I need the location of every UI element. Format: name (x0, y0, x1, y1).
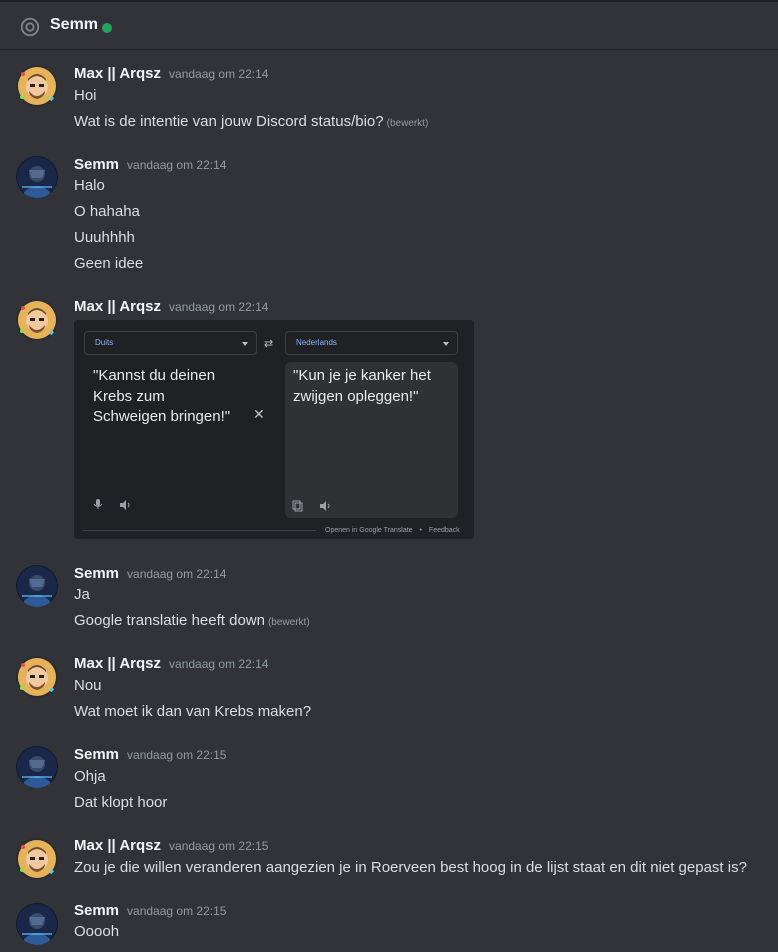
message-text: Zou je die willen veranderen aangezien j… (74, 859, 747, 876)
at-mention-icon (20, 17, 40, 37)
source-language-select[interactable]: Duits (84, 331, 257, 355)
message-author[interactable]: Max || Arqsz vandaag om 22:15 (74, 837, 268, 854)
author-name[interactable]: Semm (74, 746, 119, 763)
message-author[interactable]: Semm vandaag om 22:15 (74, 902, 226, 919)
online-status-indicator (102, 23, 112, 33)
author-name[interactable]: Max || Arqsz (74, 298, 161, 315)
message-text: Ohja (74, 768, 106, 785)
divider (83, 530, 316, 531)
avatar-image (16, 746, 58, 788)
translate-screenshot-attachment[interactable]: Duits ⇄ Nederlands "Kannst du deinen Kre… (74, 320, 474, 539)
speaker-icon[interactable] (119, 499, 131, 511)
avatar-image (16, 838, 58, 880)
target-language-select[interactable]: Nederlands (285, 331, 458, 355)
source-text-pane[interactable]: "Kannst du deinen Krebs zum Schweigen br… (83, 362, 265, 519)
source-text[interactable]: "Kannst du deinen Krebs zum Schweigen br… (93, 366, 233, 428)
source-language-label: Duits (95, 338, 114, 347)
author-name[interactable]: Max || Arqsz (74, 65, 161, 82)
message-timestamp: vandaag om 22:14 (169, 657, 269, 671)
message-timestamp: vandaag om 22:14 (127, 158, 227, 172)
message-author[interactable]: Semm vandaag om 22:14 (74, 565, 226, 582)
author-name[interactable]: Semm (74, 902, 119, 919)
message-text: Ooooh (74, 923, 120, 940)
channel-header: Semm (0, 0, 778, 50)
message-text: Nou (74, 677, 102, 694)
avatar-image (16, 565, 58, 607)
microphone-icon[interactable] (92, 498, 104, 510)
message-text-content: Google translatie heeft down (74, 612, 265, 629)
avatar-semm[interactable] (16, 903, 58, 945)
edited-tag: (bewerkt) (386, 118, 429, 129)
avatar-image (16, 65, 58, 107)
message-text-content: Wat is de intentie van jouw Discord stat… (74, 113, 384, 130)
message-author[interactable]: Semm vandaag om 22:15 (74, 746, 226, 763)
dropdown-arrow-icon (242, 342, 248, 346)
message-author[interactable]: Max || Arqsz vandaag om 22:14 (74, 298, 268, 315)
message-text: Wat moet ik dan van Krebs maken? (74, 703, 312, 720)
clear-text-icon[interactable]: ✕ (253, 406, 265, 423)
message-timestamp: vandaag om 22:14 (169, 67, 269, 81)
message-timestamp: vandaag om 22:15 (169, 839, 269, 853)
author-name[interactable]: Max || Arqsz (74, 837, 161, 854)
message-timestamp: vandaag om 22:14 (169, 300, 269, 314)
feedback-link[interactable]: Feedback (429, 527, 460, 534)
message-author[interactable]: Semm vandaag om 22:14 (74, 156, 226, 173)
message-text: Halo (74, 177, 105, 194)
message-text: Geen idee (74, 255, 144, 272)
avatar-image (16, 656, 58, 698)
dropdown-arrow-icon (443, 342, 449, 346)
swap-languages-icon[interactable]: ⇄ (264, 337, 273, 350)
edited-tag: (bewerkt) (267, 617, 310, 628)
message-text: Ja (74, 586, 90, 603)
message-text: Dat klopt hoor (74, 794, 168, 811)
message-author[interactable]: Max || Arqsz vandaag om 22:14 (74, 655, 268, 672)
translated-text: "Kun je je kanker het zwijgen opleggen!" (293, 367, 431, 405)
avatar-semm[interactable] (16, 156, 58, 198)
author-name[interactable]: Max || Arqsz (74, 655, 161, 672)
avatar-image (16, 903, 58, 945)
message-text: Google translatie heeft down (bewerkt) (74, 612, 310, 629)
open-in-google-translate-link[interactable]: Openen in Google Translate (325, 527, 413, 534)
avatar-semm[interactable] (16, 565, 58, 607)
speaker-icon[interactable] (319, 500, 331, 512)
author-name[interactable]: Semm (74, 156, 119, 173)
message-timestamp: vandaag om 22:15 (127, 904, 227, 918)
message-timestamp: vandaag om 22:14 (127, 567, 227, 581)
author-name[interactable]: Semm (74, 565, 119, 582)
separator-dot: • (419, 527, 422, 534)
dm-recipient-name[interactable]: Semm (50, 16, 98, 34)
avatar-max[interactable] (16, 299, 58, 341)
translation-pane: "Kun je je kanker het zwijgen opleggen!" (285, 362, 458, 518)
avatar-max[interactable] (16, 656, 58, 698)
message-text: Hoi (74, 87, 97, 104)
message-text: O hahaha (74, 203, 140, 220)
avatar-max[interactable] (16, 838, 58, 880)
copy-icon[interactable] (292, 500, 304, 512)
avatar-semm[interactable] (16, 746, 58, 788)
avatar-max[interactable] (16, 65, 58, 107)
avatar-image (16, 299, 58, 341)
message-author[interactable]: Max || Arqsz vandaag om 22:14 (74, 65, 268, 82)
translate-footer: Openen in Google Translate • Feedback (325, 527, 460, 534)
message-timestamp: vandaag om 22:15 (127, 748, 227, 762)
message-text: Wat is de intentie van jouw Discord stat… (74, 113, 428, 130)
message-text: Uuuhhhh (74, 229, 135, 246)
avatar-image (16, 156, 58, 198)
target-language-label: Nederlands (296, 338, 337, 347)
